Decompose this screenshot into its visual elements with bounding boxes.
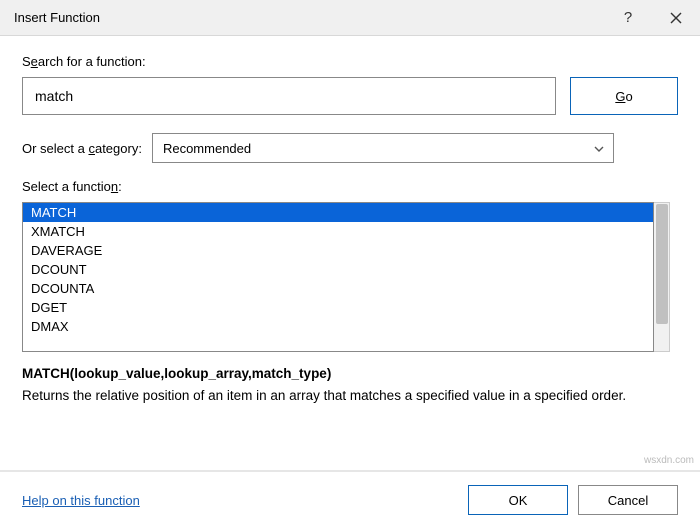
dialog-footer: Help on this function OK Cancel bbox=[0, 470, 700, 528]
watermark: wsxdn.com bbox=[644, 455, 694, 466]
category-selected-text: Recommended bbox=[163, 141, 251, 156]
list-item[interactable]: DGET bbox=[23, 298, 653, 317]
ok-button[interactable]: OK bbox=[468, 485, 568, 515]
list-item[interactable]: XMATCH bbox=[23, 222, 653, 241]
chevron-down-icon bbox=[593, 143, 605, 155]
function-list-label: Select a function: bbox=[22, 179, 678, 194]
title-bar: Insert Function ? bbox=[0, 0, 700, 36]
category-select[interactable]: Recommended bbox=[152, 133, 614, 163]
scrollbar-thumb[interactable] bbox=[656, 204, 668, 324]
function-list-scrollbar[interactable] bbox=[654, 202, 670, 352]
help-icon: ? bbox=[624, 9, 632, 26]
list-item[interactable]: DCOUNTA bbox=[23, 279, 653, 298]
function-signature: MATCH(lookup_value,lookup_array,match_ty… bbox=[22, 366, 678, 381]
cancel-button[interactable]: Cancel bbox=[578, 485, 678, 515]
list-item[interactable]: DAVERAGE bbox=[23, 241, 653, 260]
close-icon bbox=[670, 12, 682, 24]
close-button[interactable] bbox=[652, 0, 700, 36]
function-description: Returns the relative position of an item… bbox=[22, 387, 678, 405]
list-item[interactable]: DCOUNT bbox=[23, 260, 653, 279]
help-link[interactable]: Help on this function bbox=[22, 493, 140, 508]
help-button[interactable]: ? bbox=[604, 0, 652, 36]
dialog-title: Insert Function bbox=[14, 10, 604, 25]
search-input[interactable] bbox=[22, 77, 556, 115]
list-item[interactable]: DMAX bbox=[23, 317, 653, 336]
list-item[interactable]: MATCH bbox=[23, 203, 653, 222]
function-listbox[interactable]: MATCHXMATCHDAVERAGEDCOUNTDCOUNTADGETDMAX bbox=[22, 202, 654, 352]
go-button[interactable]: Go bbox=[570, 77, 678, 115]
search-label: Search for a function: bbox=[22, 54, 678, 69]
category-label: Or select a category: bbox=[22, 141, 142, 156]
